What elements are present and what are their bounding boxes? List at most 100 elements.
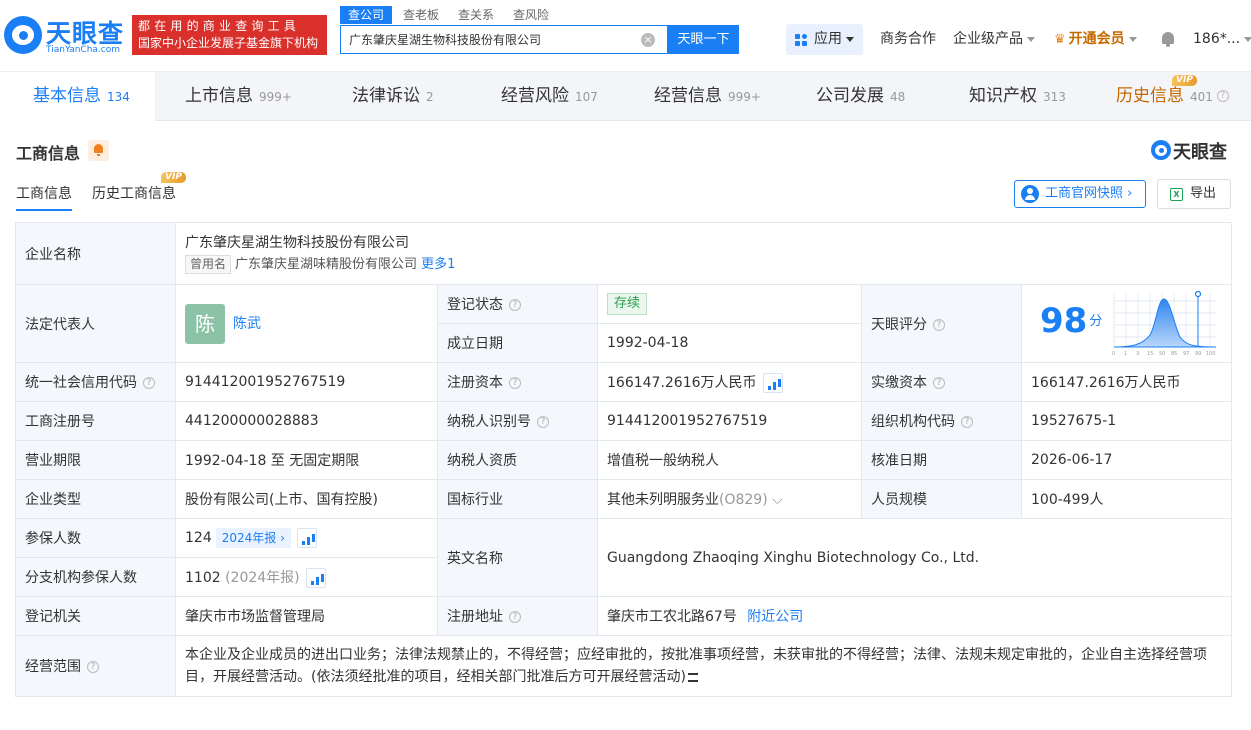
search-button[interactable]: 天眼一下 (668, 25, 739, 54)
tab-count: 48 (890, 90, 906, 104)
chevron-down-icon (1244, 36, 1251, 42)
trend-chart-icon[interactable] (762, 372, 783, 393)
found-date: 1992-04-18 (597, 323, 862, 363)
staff-size: 100-499人 (1021, 479, 1232, 519)
help-icon[interactable]: ? (87, 661, 99, 673)
label-text: 统一社会信用代码 (25, 375, 137, 391)
tab-intellectual-property[interactable]: 知识产权 313 (969, 72, 1066, 121)
notification-bell-icon[interactable] (1160, 32, 1176, 48)
official-snapshot-button[interactable]: 工商官网快照 › (1014, 180, 1146, 208)
industry-cell[interactable]: 其他未列明服务业(O829) ⌵ (597, 479, 862, 519)
clear-icon[interactable]: × (641, 33, 655, 47)
help-icon[interactable]: ? (143, 377, 155, 389)
nav-user-account[interactable]: 186*... (1193, 20, 1251, 58)
company-type: 股份有限公司(上市、国有控股) (175, 479, 438, 519)
label-text: 天眼评分 (871, 316, 927, 333)
help-icon[interactable]: ? (933, 377, 945, 389)
taxpayer-id-label: 纳税人识别号? (437, 401, 598, 441)
trend-chart-icon[interactable] (305, 567, 326, 588)
tab-label: 经营风险 (501, 86, 569, 106)
reg-no: 441200000028883 (175, 401, 438, 441)
table-row: 工商注册号 441200000028883 纳税人识别号? 9144120019… (15, 401, 1232, 441)
help-icon[interactable]: ? (537, 416, 549, 428)
credit-code-label: 统一社会信用代码? (15, 362, 176, 402)
snapshot-label: 工商官网快照 (1045, 186, 1124, 201)
insured-year-tag[interactable]: 2024年报 › (215, 528, 291, 548)
slogan-line-1: 都在用的商业查询工具 (138, 19, 301, 33)
nav-enterprise-products[interactable]: 企业级产品 (953, 20, 1035, 58)
search-input[interactable] (341, 26, 631, 53)
search-tab-boss[interactable]: 查老板 (395, 6, 447, 24)
tab-basic-info[interactable]: 基本信息 134 (0, 72, 155, 121)
staff-size-label: 人员规模 (861, 479, 1022, 519)
collapse-icon[interactable] (687, 672, 698, 682)
nav-cooperation[interactable]: 商务合作 (880, 20, 936, 58)
help-icon[interactable]: ? (933, 318, 945, 331)
help-icon[interactable]: ? (509, 299, 521, 311)
help-icon[interactable]: ? (509, 377, 521, 389)
export-label: 导出 (1190, 186, 1217, 201)
app-menu-label: 应用 (814, 31, 842, 47)
used-name-row: 曾用名 广东肇庆星湖味精股份有限公司 更多1 (185, 254, 1222, 276)
logo-subtext: TianYanCha.com (46, 45, 121, 55)
chevron-down-icon (846, 36, 854, 42)
score-cell[interactable]: 98 分 0 1 3 15 50 85 97 99 100 (1021, 284, 1232, 363)
company-name: 广东肇庆星湖生物科技股份有限公司 (185, 234, 409, 251)
subtab-business-info[interactable]: 工商信息 (16, 183, 72, 211)
english-name-label: 英文名称 (437, 518, 598, 597)
slogan-banner: 都在用的商业查询工具 国家中小企业发展子基金旗下机构 (132, 15, 327, 55)
tab-legal-litigation[interactable]: 法律诉讼 2 (352, 72, 434, 121)
search-tab-relation[interactable]: 查关系 (450, 6, 502, 24)
business-scope: 本企业及企业成员的进出口业务；法律法规禁止的，不得经营；应经审批的，按批准事项经… (175, 635, 1232, 697)
tab-listing-info[interactable]: 上市信息 999+ (185, 72, 292, 121)
label-text: 纳税人识别号 (447, 414, 531, 430)
label-text: 注册地址 (447, 609, 503, 625)
subtab-history-business-info[interactable]: 历史工商信息 (92, 183, 176, 211)
found-date-label: 成立日期 (437, 323, 598, 363)
search-box: × (340, 25, 668, 54)
nearby-companies-link[interactable]: 附近公司 (747, 609, 803, 625)
paid-capital: 166147.2616万人民币 (1021, 362, 1232, 402)
tick-label: 0 (1112, 351, 1115, 357)
avatar[interactable]: 陈 (185, 303, 225, 344)
branch-insured-cell: 1102 (2024年报) (175, 557, 438, 597)
legal-rep-link[interactable]: 陈武 (233, 316, 261, 332)
company-type-label: 企业类型 (15, 479, 176, 519)
score-display: 98 分 (1040, 301, 1102, 341)
main-tab-bar: 基本信息 134 上市信息 999+ 法律诉讼 2 经营风险 107 经营信息 999+ … (0, 72, 1251, 121)
score-label: 天眼评分? (861, 284, 1022, 363)
subscribe-bell-icon[interactable] (88, 140, 109, 161)
more-used-names-link[interactable]: 更多1 (421, 257, 455, 272)
nav-open-vip[interactable]: ♛ 开通会员 (1054, 20, 1137, 58)
user-badge-icon (1021, 185, 1039, 203)
tab-label: 知识产权 (969, 86, 1037, 106)
legal-rep-label: 法定代表人 (15, 284, 176, 363)
score-value: 98 (1040, 301, 1088, 341)
used-name-tag: 曾用名 (185, 254, 232, 274)
help-icon[interactable]: ? (961, 416, 973, 428)
tab-company-development[interactable]: 公司发展 48 (816, 72, 905, 121)
chevron-down-icon: ⌵ (772, 492, 783, 508)
app-menu-button[interactable]: 应用 (786, 24, 863, 55)
insured-count: 124 (185, 530, 212, 546)
tab-business-risk[interactable]: 经营风险 107 (501, 72, 598, 121)
table-row: 统一社会信用代码? 914412001952767519 注册资本? 16614… (15, 362, 1232, 402)
help-icon[interactable]: ? (509, 611, 521, 623)
tianyancha-logo[interactable]: 天眼查 TianYanCha.com (4, 14, 124, 58)
search-tab-risk[interactable]: 查风险 (505, 6, 557, 24)
vip-badge: VIP (161, 172, 186, 183)
slogan-line-2: 国家中小企业发展子基金旗下机构 (138, 36, 319, 50)
tab-operation-info[interactable]: 经营信息 999+ (654, 72, 761, 121)
reg-capital-cell: 166147.2616万人民币 (597, 362, 862, 402)
label-text: 经营范围 (25, 659, 81, 675)
table-row: 参保人数 124 2024年报 › 英文名称 Guangdong Zhaoqing… (15, 518, 1232, 597)
search-tab-company[interactable]: 查公司 (340, 6, 393, 24)
table-row: 经营范围? 本企业及企业成员的进出口业务；法律法规禁止的，不得经营；应经审批的，… (15, 635, 1232, 697)
approve-date: 2026-06-17 (1021, 440, 1232, 480)
score-distribution-chart: 0 1 3 15 50 85 97 99 100 (1112, 291, 1217, 357)
tab-count: 313 (1043, 90, 1066, 104)
trend-chart-icon[interactable] (296, 528, 317, 548)
label-text: 实缴资本 (871, 375, 927, 391)
export-button[interactable]: X 导出 (1157, 179, 1231, 209)
tab-label: 法律诉讼 (352, 86, 420, 106)
